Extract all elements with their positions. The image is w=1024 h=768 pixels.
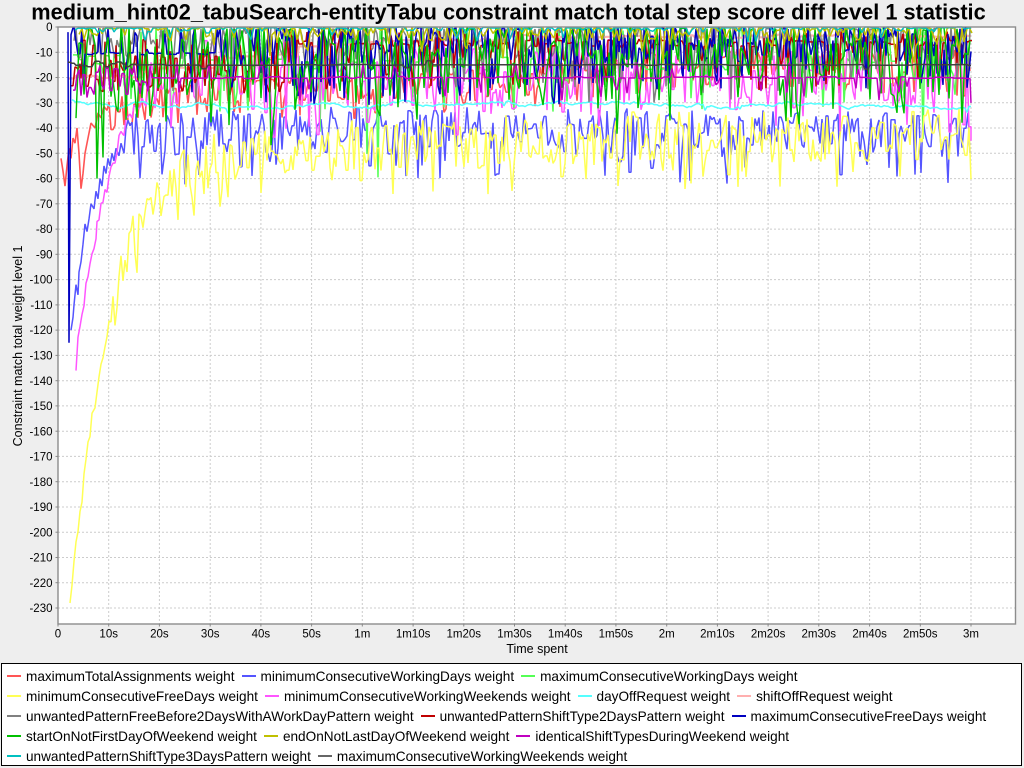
svg-text:1m30s: 1m30s — [497, 629, 532, 641]
svg-text:Time spent: Time spent — [506, 642, 568, 656]
svg-text:2m10s: 2m10s — [700, 629, 735, 641]
svg-text:2m20s: 2m20s — [751, 629, 786, 641]
svg-text:1m20s: 1m20s — [447, 629, 482, 641]
svg-text:-120: -120 — [29, 325, 52, 337]
svg-text:-210: -210 — [29, 553, 52, 565]
svg-text:-180: -180 — [29, 477, 52, 489]
svg-text:-140: -140 — [29, 376, 52, 388]
svg-text:1m: 1m — [354, 629, 370, 641]
svg-text:-30: -30 — [36, 98, 53, 110]
svg-text:-170: -170 — [29, 452, 52, 464]
svg-text:medium_hint02_tabuSearch-entit: medium_hint02_tabuSearch-entityTabu cons… — [31, 0, 985, 25]
svg-text:2m30s: 2m30s — [802, 629, 837, 641]
svg-text:-230: -230 — [29, 603, 52, 615]
svg-text:2m50s: 2m50s — [903, 629, 938, 641]
svg-text:-60: -60 — [36, 174, 53, 186]
svg-text:-20: -20 — [36, 73, 53, 85]
svg-text:-90: -90 — [36, 249, 53, 261]
svg-text:-200: -200 — [29, 527, 52, 539]
svg-text:-150: -150 — [29, 401, 52, 413]
svg-text:-160: -160 — [29, 426, 52, 438]
svg-text:1m40s: 1m40s — [548, 629, 583, 641]
svg-text:30s: 30s — [201, 629, 220, 641]
svg-text:-110: -110 — [30, 300, 52, 312]
svg-text:40s: 40s — [252, 629, 271, 641]
svg-text:2m40s: 2m40s — [852, 629, 887, 641]
svg-text:Constraint match total weight: Constraint match total weight level 1 — [11, 246, 25, 447]
svg-text:-10: -10 — [36, 47, 53, 59]
svg-text:-100: -100 — [29, 275, 52, 287]
svg-text:20s: 20s — [150, 629, 169, 641]
svg-text:-130: -130 — [29, 351, 52, 363]
svg-text:-190: -190 — [29, 502, 52, 514]
svg-text:-40: -40 — [36, 123, 53, 135]
svg-text:-220: -220 — [29, 578, 52, 590]
svg-text:50s: 50s — [302, 629, 321, 641]
svg-text:0: 0 — [55, 629, 61, 641]
svg-text:-80: -80 — [36, 224, 53, 236]
svg-text:2m: 2m — [659, 629, 675, 641]
svg-text:3m: 3m — [963, 629, 979, 641]
svg-text:1m50s: 1m50s — [599, 629, 634, 641]
svg-text:10s: 10s — [99, 629, 118, 641]
svg-text:-70: -70 — [36, 199, 53, 211]
svg-text:1m10s: 1m10s — [396, 629, 431, 641]
svg-text:-50: -50 — [36, 148, 53, 160]
